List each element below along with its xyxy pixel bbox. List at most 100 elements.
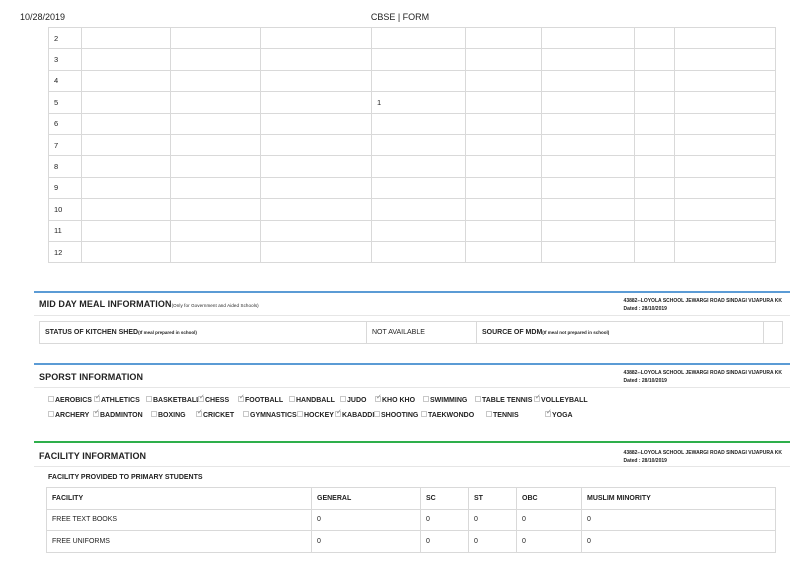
row-number: 11 — [48, 219, 82, 242]
grid-cell — [634, 133, 675, 157]
sport-checkbox[interactable]: SHOOTING — [374, 411, 418, 421]
sport-checkbox[interactable]: FOOTBALL — [238, 393, 284, 406]
column-header: GENERAL — [311, 487, 421, 510]
checkbox-checked-icon[interactable] — [335, 408, 342, 418]
sport-checkbox[interactable]: KABADDI — [335, 408, 374, 421]
grid-row: 7 — [48, 133, 776, 157]
sport-checkbox[interactable]: HOCKEY — [297, 411, 334, 421]
sports-title: SPORST INFORMATION — [39, 372, 144, 382]
grid-cell — [170, 219, 261, 242]
checkbox-empty-icon[interactable] — [151, 411, 157, 417]
grid-cell — [371, 198, 466, 221]
sport-checkbox[interactable]: CRICKET — [196, 408, 234, 421]
sport-checkbox[interactable]: BASKETBALL — [146, 396, 200, 406]
sport-checkbox[interactable]: VOLLEYBALL — [534, 393, 588, 406]
grid-cell — [465, 26, 542, 50]
row-number: 9 — [48, 176, 82, 200]
facility-subtitle: FACILITY PROVIDED TO PRIMARY STUDENTS — [48, 474, 203, 481]
sports-section: SPORST INFORMATION 43882--LOYOLA SCHOOL … — [34, 363, 790, 388]
grid-cell — [674, 219, 776, 242]
sport-checkbox[interactable]: TENNIS — [486, 411, 519, 421]
sport-checkbox[interactable]: TABLE TENNIS — [475, 396, 532, 406]
checkbox-empty-icon[interactable] — [243, 411, 249, 417]
grid-cell — [541, 133, 635, 157]
sport-label: ARCHERY — [55, 412, 90, 419]
sport-checkbox[interactable]: ARCHERY — [48, 411, 89, 421]
sport-checkbox[interactable]: KHO KHO — [375, 393, 415, 406]
grid-cell — [260, 48, 372, 71]
checkbox-empty-icon[interactable] — [297, 411, 303, 417]
checkbox-empty-icon[interactable] — [486, 411, 492, 417]
grid-cell — [81, 240, 171, 264]
sport-checkbox[interactable]: GYMNASTICS — [243, 411, 297, 421]
grid-row: 6 — [48, 112, 776, 135]
facility-row: FREE TEXT BOOKS 0 0 0 0 0 — [46, 508, 776, 531]
sport-label: AEROBICS — [55, 397, 92, 404]
row-number: 4 — [48, 69, 82, 93]
checkbox-empty-icon[interactable] — [48, 396, 54, 402]
class-grid-table: 2 3 4 5 1 6 7 8 9 10 11 12 — [48, 26, 776, 264]
sport-checkbox[interactable]: BOXING — [151, 411, 186, 421]
sport-label: CHESS — [205, 397, 230, 404]
grid-cell — [371, 48, 466, 71]
checkbox-empty-icon[interactable] — [475, 396, 481, 402]
checkbox-empty-icon[interactable] — [146, 396, 152, 402]
row-number: 10 — [48, 198, 82, 221]
sport-checkbox[interactable]: TAEKWONDO — [421, 411, 474, 421]
facility-cell: FREE TEXT BOOKS — [46, 508, 312, 531]
sport-checkbox[interactable]: YOGA — [545, 408, 573, 421]
checkbox-checked-icon[interactable] — [545, 408, 552, 418]
sport-label: BASKETBALL — [153, 397, 201, 404]
school-info: 43882--LOYOLA SCHOOL JEWARGI ROAD SINDAG… — [623, 370, 782, 384]
sport-checkbox[interactable]: SWIMMING — [423, 396, 467, 406]
checkbox-empty-icon[interactable] — [423, 396, 429, 402]
sport-label: YOGA — [552, 412, 573, 419]
checkbox-empty-icon[interactable] — [48, 411, 54, 417]
checkbox-checked-icon[interactable] — [94, 393, 101, 403]
checkbox-checked-icon[interactable] — [238, 393, 245, 403]
grid-cell — [541, 240, 635, 264]
facility-cell: 0 — [468, 530, 517, 553]
checkbox-checked-icon[interactable] — [93, 408, 100, 418]
grid-cell — [170, 198, 261, 221]
checkbox-empty-icon[interactable] — [340, 396, 346, 402]
checkbox-checked-icon[interactable] — [196, 408, 203, 418]
grid-cell — [674, 133, 776, 157]
grid-cell — [170, 91, 261, 114]
checkbox-empty-icon[interactable] — [289, 396, 295, 402]
facility-cell: FREE UNIFORMS — [46, 530, 312, 553]
checkbox-empty-icon[interactable] — [374, 411, 380, 417]
grid-cell — [260, 112, 372, 135]
grid-cell — [371, 155, 466, 178]
grid-row: 3 — [48, 48, 776, 71]
grid-row: 51 — [48, 91, 776, 114]
source-label: SOURCE OF MDM(If meal not prepared in sc… — [476, 321, 764, 344]
grid-cell — [541, 155, 635, 178]
mdm-section: MID DAY MEAL INFORMATION(Only for Govern… — [34, 291, 790, 316]
facility-table: FACILITY GENERAL SC ST OBC MUSLIM MINORITY FRE… — [46, 487, 776, 553]
grid-cell — [634, 240, 675, 264]
sport-label: BOXING — [158, 412, 186, 419]
grid-cell — [541, 26, 635, 50]
checkbox-checked-icon[interactable] — [534, 393, 541, 403]
checkbox-checked-icon[interactable] — [198, 393, 205, 403]
grid-cell — [674, 240, 776, 264]
row-number: 3 — [48, 48, 82, 71]
sport-label: VOLLEYBALL — [541, 397, 588, 404]
checkbox-empty-icon[interactable] — [421, 411, 427, 417]
sport-checkbox[interactable]: CHESS — [198, 393, 230, 406]
sport-checkbox[interactable]: JUDO — [340, 396, 366, 406]
grid-cell — [260, 198, 372, 221]
row-number: 12 — [48, 240, 82, 264]
kitchen-value: NOT AVAILABLE — [366, 321, 477, 344]
sport-label: FOOTBALL — [245, 397, 284, 404]
sport-checkbox[interactable]: AEROBICS — [48, 396, 92, 406]
sport-checkbox[interactable]: ATHLETICS — [94, 393, 140, 406]
checkbox-checked-icon[interactable] — [375, 393, 382, 403]
grid-cell — [170, 26, 261, 50]
sport-checkbox[interactable]: HANDBALL — [289, 396, 335, 406]
grid-cell — [260, 91, 372, 114]
grid-cell — [634, 26, 675, 50]
sport-checkbox[interactable]: BADMINTON — [93, 408, 143, 421]
grid-cell — [170, 240, 261, 264]
